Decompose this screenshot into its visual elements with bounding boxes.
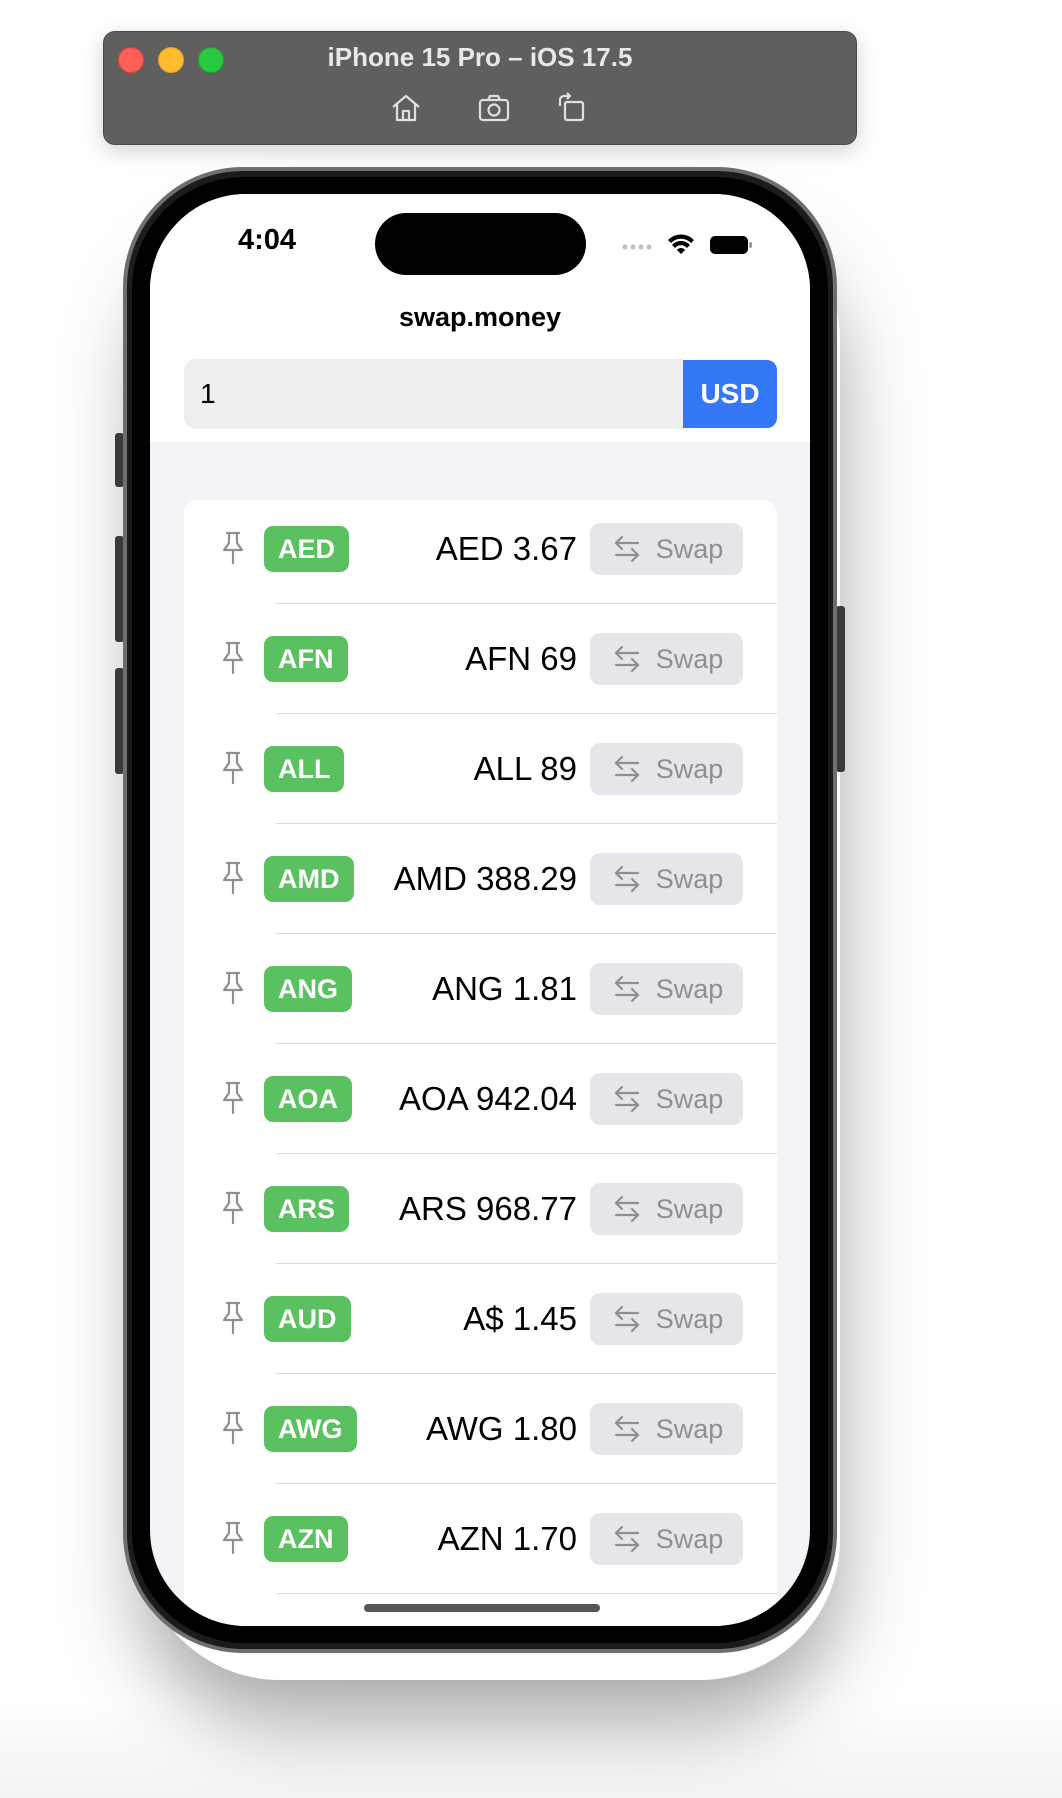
currency-row-amd: AMD AMD 388.29 Swap <box>184 824 777 934</box>
swap-arrows-icon <box>614 1525 639 1553</box>
swap-arrows-icon <box>614 645 639 673</box>
swap-button[interactable]: Swap <box>590 1513 743 1565</box>
pin-icon[interactable] <box>218 530 248 566</box>
converted-amount: AWG 1.80 <box>426 1410 577 1447</box>
power-button[interactable] <box>836 606 845 772</box>
converted-amount: ANG 1.81 <box>432 970 577 1007</box>
swap-arrows-icon <box>614 1305 639 1333</box>
pin-icon[interactable] <box>218 750 248 786</box>
phone-screen: 4:04 swap.money USD <box>150 194 810 1626</box>
swap-label: Swap <box>655 1083 724 1114</box>
pin-icon[interactable] <box>218 1410 248 1446</box>
currency-code-badge: AFN <box>264 636 348 682</box>
pin-icon[interactable] <box>218 860 248 896</box>
swap-button[interactable]: Swap <box>590 523 743 575</box>
swap-button[interactable]: Swap <box>590 1293 743 1345</box>
dynamic-island <box>375 213 586 275</box>
currency-code-badge: ALL <box>264 746 345 792</box>
swap-label: Swap <box>655 643 724 674</box>
simulator-title: iPhone 15 Pro – iOS 17.5 <box>327 42 633 72</box>
base-currency-button[interactable]: USD <box>683 360 777 428</box>
swap-arrows-icon <box>614 755 639 783</box>
swap-button[interactable]: Swap <box>590 963 743 1015</box>
rotate-icon[interactable] <box>552 90 592 126</box>
currency-row-ang: ANG ANG 1.81 Swap <box>184 934 777 1044</box>
currency-row-ars: ARS ARS 968.77 Swap <box>184 1154 777 1264</box>
wifi-icon <box>668 234 694 254</box>
currency-row-awg: AWG AWG 1.80 Swap <box>184 1374 777 1484</box>
swap-label: Swap <box>655 973 724 1004</box>
swap-label: Swap <box>655 1303 724 1334</box>
pin-icon[interactable] <box>218 1300 248 1336</box>
swap-button[interactable]: Swap <box>590 1403 743 1455</box>
converted-amount: AOA 942.04 <box>399 1080 577 1117</box>
home-icon[interactable] <box>386 90 426 126</box>
currency-row-aud: AUD A$ 1.45 Swap <box>184 1264 777 1374</box>
currency-row-aoa: AOA AOA 942.04 Swap <box>184 1044 777 1154</box>
swap-button[interactable]: Swap <box>590 743 743 795</box>
currency-list: AED AED 3.67 Swap AFN AFN 69 Swap ALL AL… <box>184 500 777 1626</box>
currency-code-badge: AUD <box>264 1296 351 1342</box>
swap-arrows-icon <box>614 865 639 893</box>
swap-arrows-icon <box>614 1415 639 1443</box>
swap-arrows-icon <box>614 535 639 563</box>
app-title: swap.money <box>398 302 562 332</box>
converted-amount: ALL 89 <box>473 750 577 787</box>
currency-code-badge: AED <box>264 526 350 572</box>
row-divider <box>276 1593 777 1594</box>
currency-code-badge: AWG <box>264 1406 357 1452</box>
swap-label: Swap <box>655 533 724 564</box>
swap-label: Swap <box>655 753 724 784</box>
screenshot-icon[interactable] <box>474 90 514 126</box>
swap-button[interactable]: Swap <box>590 1183 743 1235</box>
converted-amount: AFN 69 <box>465 640 577 677</box>
amount-input[interactable] <box>184 359 684 429</box>
cellular-icon <box>622 244 652 250</box>
currency-row-aed: AED AED 3.67 Swap <box>184 494 777 604</box>
swap-button[interactable]: Swap <box>590 853 743 905</box>
swap-arrows-icon <box>614 1195 639 1223</box>
pin-icon[interactable] <box>218 640 248 676</box>
currency-code-badge: AZN <box>264 1516 348 1562</box>
currency-code-badge: ANG <box>264 966 352 1012</box>
currency-code-badge: AOA <box>264 1076 352 1122</box>
battery-icon <box>710 236 752 254</box>
swap-label: Swap <box>655 1413 724 1444</box>
currency-row-all: ALL ALL 89 Swap <box>184 714 777 824</box>
converted-amount: AED 3.67 <box>435 530 577 567</box>
currency-code-badge: AMD <box>264 856 354 902</box>
converted-amount: ARS 968.77 <box>399 1190 577 1227</box>
swap-label: Swap <box>655 863 724 894</box>
background <box>0 1700 1062 1798</box>
pin-icon[interactable] <box>218 1520 248 1556</box>
currency-row-azn: AZN AZN 1.70 Swap <box>184 1484 777 1594</box>
swap-button[interactable]: Swap <box>590 1073 743 1125</box>
swap-arrows-icon <box>614 1085 639 1113</box>
status-icons <box>620 230 760 258</box>
converted-amount: AZN 1.70 <box>437 1520 577 1557</box>
converted-amount: AMD 388.29 <box>393 860 577 897</box>
swap-button[interactable]: Swap <box>590 633 743 685</box>
swap-arrows-icon <box>614 975 639 1003</box>
swap-label: Swap <box>655 1523 724 1554</box>
pin-icon[interactable] <box>218 970 248 1006</box>
converted-amount: A$ 1.45 <box>463 1300 577 1337</box>
status-time: 4:04 <box>238 224 297 256</box>
home-indicator[interactable] <box>364 1604 600 1612</box>
swap-label: Swap <box>655 1193 724 1224</box>
currency-code-badge: ARS <box>264 1186 350 1232</box>
currency-row-afn: AFN AFN 69 Swap <box>184 604 777 714</box>
pin-icon[interactable] <box>218 1080 248 1116</box>
pin-icon[interactable] <box>218 1190 248 1226</box>
